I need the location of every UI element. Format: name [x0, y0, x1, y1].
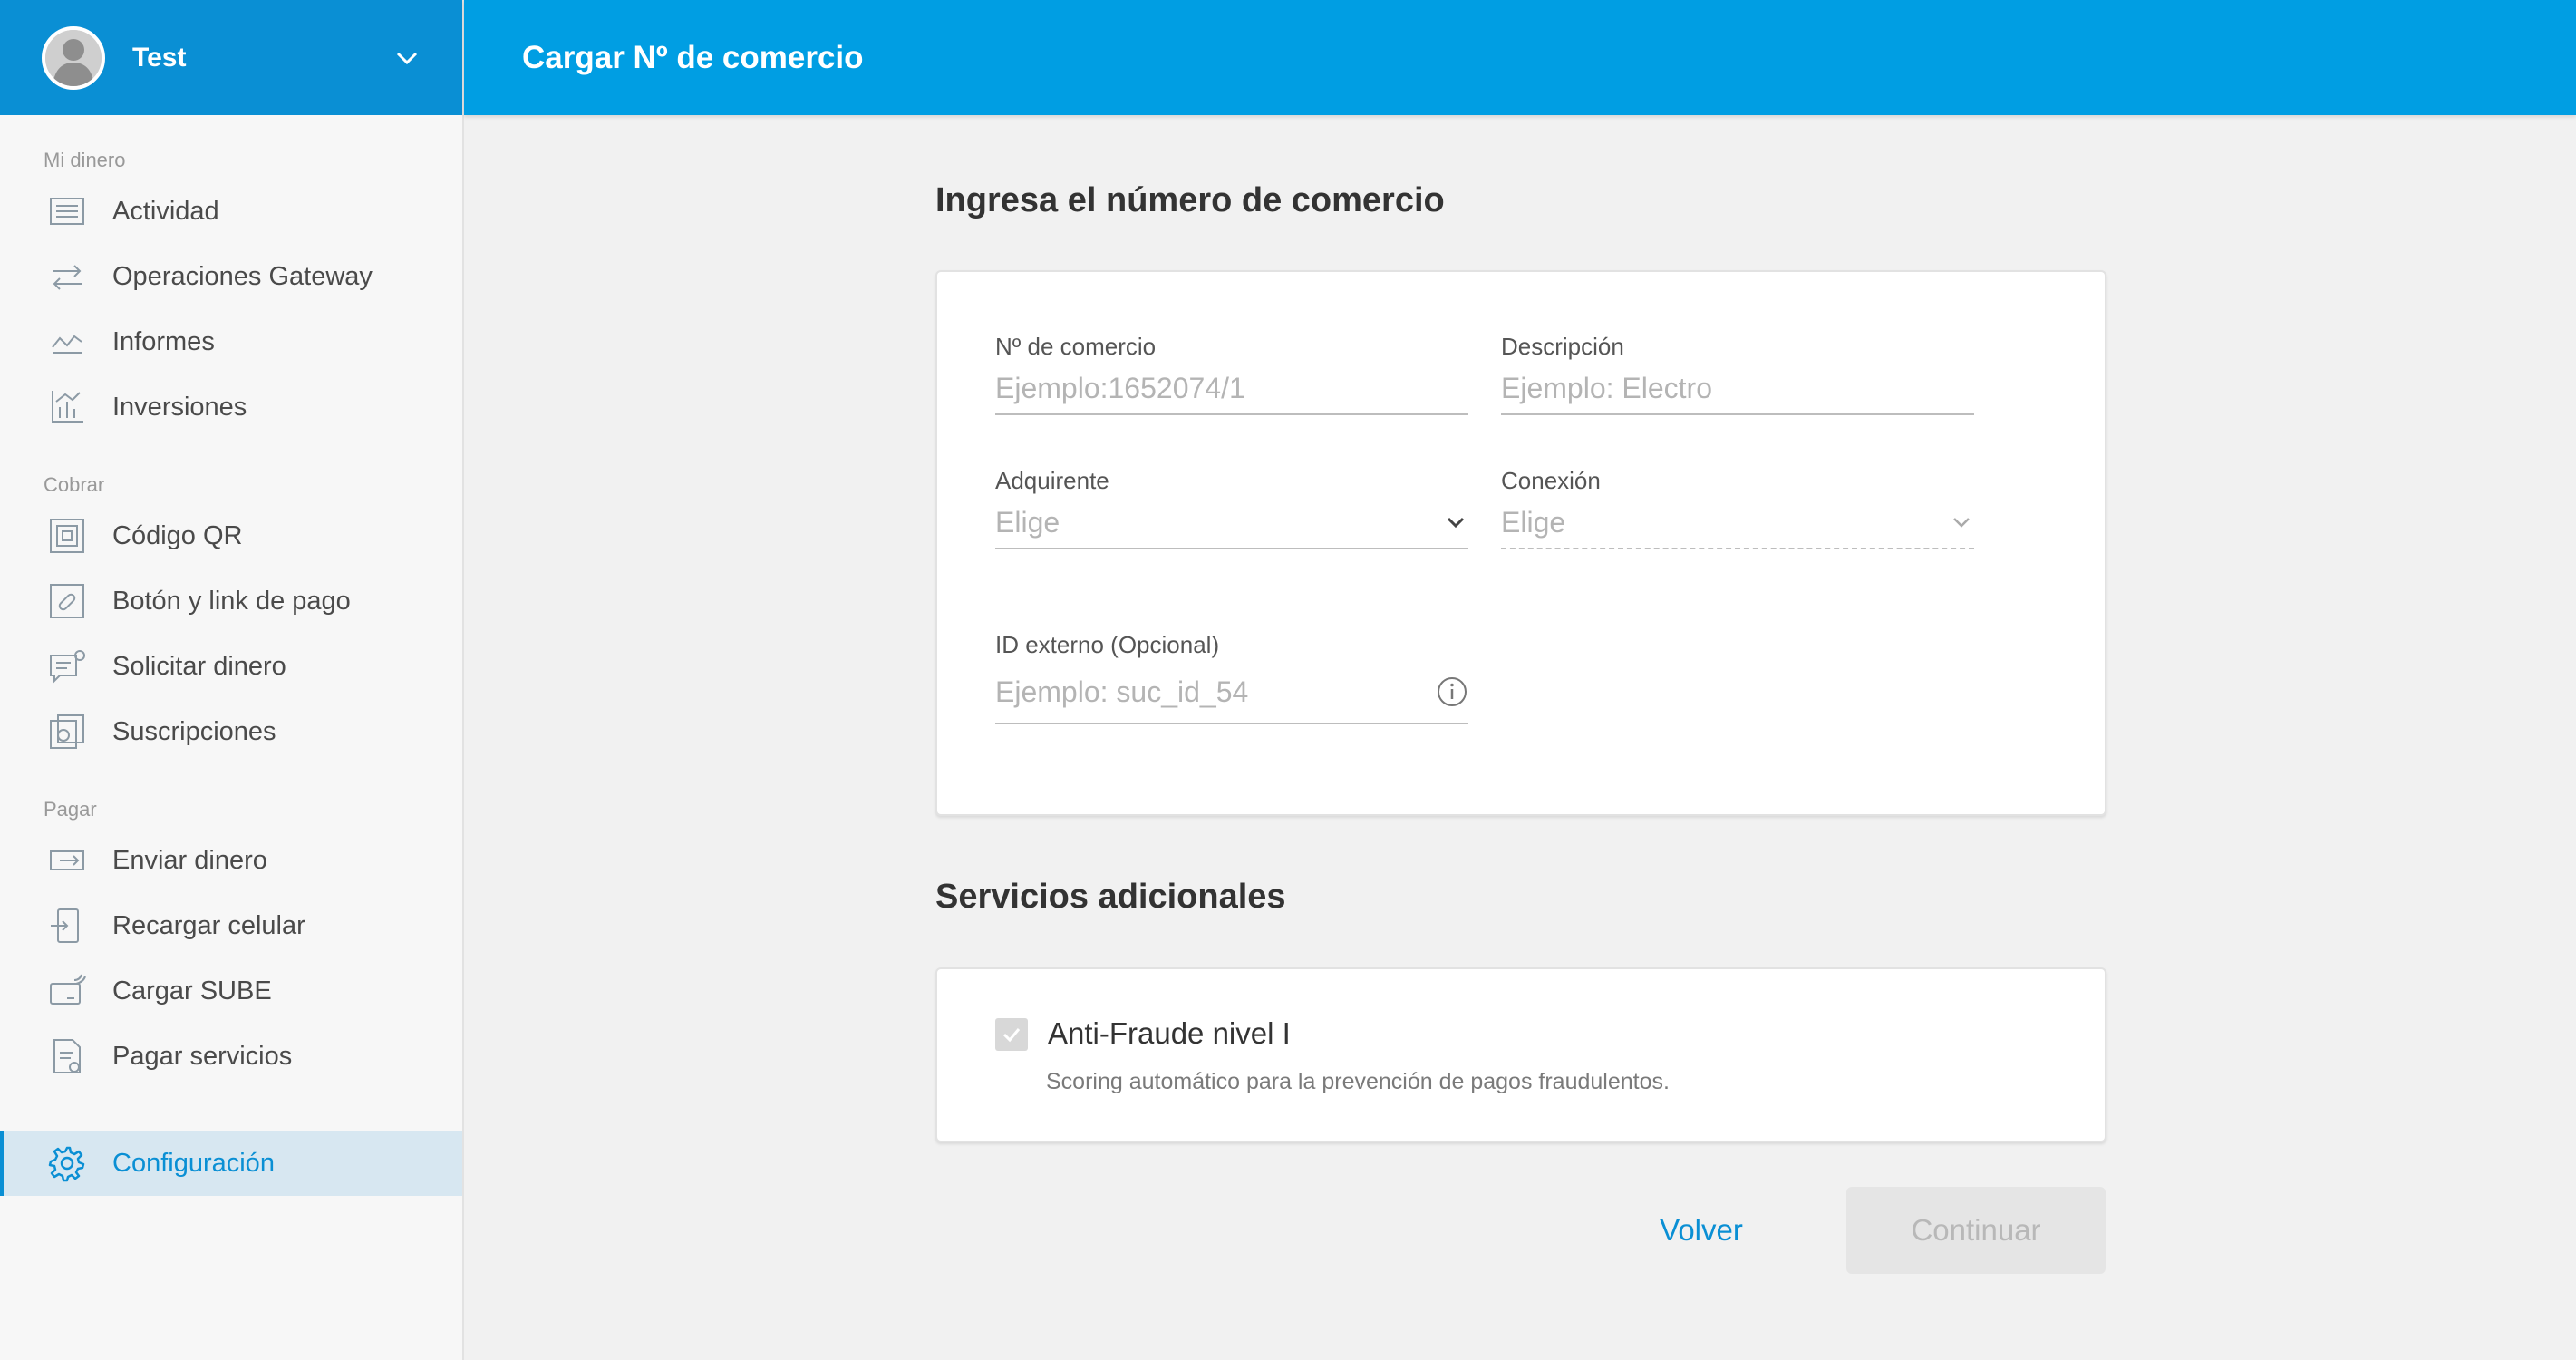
link-icon — [50, 584, 84, 618]
user-name: Test — [132, 42, 187, 73]
acquirer-value: Elige — [995, 505, 1060, 539]
sidebar-item-label: Enviar dinero — [112, 845, 267, 875]
sidebar-item-label: Cargar SUBE — [112, 976, 272, 1005]
chevron-down-icon — [396, 52, 418, 64]
sidebar-item-label: Suscripciones — [112, 716, 276, 746]
sidebar-item-enviar-dinero[interactable]: Enviar dinero — [0, 828, 462, 893]
section-label-pagar: Pagar — [44, 798, 97, 821]
description-input[interactable] — [1501, 363, 1974, 413]
external-id-label: ID externo (Opcional) — [995, 631, 1220, 658]
sidebar-item-codigo-qr[interactable]: Código QR — [0, 503, 462, 568]
sidebar-item-suscripciones[interactable]: Suscripciones — [0, 699, 462, 764]
info-icon[interactable] — [1436, 675, 1468, 708]
back-button[interactable]: Volver — [1624, 1187, 1778, 1274]
merchant-form-card: Nº de comercio Descripción Adquirente El… — [935, 270, 2106, 816]
sidebar-item-recargar-celular[interactable]: Recargar celular — [0, 893, 462, 958]
transfer-arrows-icon — [53, 265, 82, 290]
page-title: Cargar Nº de comercio — [522, 39, 864, 75]
report-chart-icon — [52, 335, 82, 354]
subscription-icon — [50, 714, 84, 749]
merchant-number-field: Nº de comercio — [995, 330, 1468, 415]
sidebar-item-label: Informes — [112, 326, 215, 356]
phone-recharge-icon — [51, 908, 79, 943]
sidebar-nav: Mi dinero Actividad Operaciones Gateway … — [0, 115, 462, 1196]
form-heading: Ingresa el número de comercio — [935, 181, 1445, 219]
continue-button[interactable]: Continuar — [1846, 1187, 2106, 1274]
merchant-number-input[interactable] — [995, 363, 1468, 413]
sidebar-item-solicitar-dinero[interactable]: Solicitar dinero — [0, 634, 462, 699]
sidebar-item-pagar-servicios[interactable]: Pagar servicios — [0, 1024, 462, 1089]
sidebar-item-label: Inversiones — [112, 392, 247, 422]
connection-select: Elige — [1501, 497, 1974, 549]
top-bar: Cargar Nº de comercio — [464, 0, 2576, 115]
sidebar-item-label: Operaciones Gateway — [112, 261, 373, 291]
sube-card-icon — [50, 974, 86, 1005]
sidebar-item-label: Recargar celular — [112, 910, 305, 940]
sidebar-item-informes[interactable]: Informes — [0, 309, 462, 374]
check-icon — [1002, 1028, 1021, 1043]
section-label-mi-dinero: Mi dinero — [44, 149, 126, 171]
connection-label: Conexión — [1501, 467, 1601, 494]
sidebar-item-label: Pagar servicios — [112, 1041, 293, 1071]
sidebar-item-cargar-sube[interactable]: Cargar SUBE — [0, 958, 462, 1024]
sidebar-item-label: Botón y link de pago — [112, 586, 351, 616]
sidebar-item-inversiones[interactable]: Inversiones — [0, 374, 462, 440]
antifraud-title: Anti-Fraude nivel I — [1048, 1016, 1291, 1050]
acquirer-field: Adquirente Elige — [995, 464, 1468, 549]
chevron-down-icon — [1447, 517, 1465, 529]
acquirer-label: Adquirente — [995, 467, 1109, 494]
bar-chart-icon — [52, 391, 83, 423]
bill-icon — [53, 1039, 81, 1073]
list-icon — [50, 198, 84, 225]
antifraud-description: Scoring automático para la prevención de… — [1046, 1069, 1670, 1094]
connection-value: Elige — [1501, 505, 1566, 539]
description-label: Descripción — [1501, 333, 1624, 360]
sidebar: Test Mi dinero Actividad Operaciones Gat… — [0, 0, 464, 1360]
qr-code-icon — [50, 519, 84, 553]
description-field: Descripción — [1501, 330, 1974, 415]
sidebar-item-boton-link-pago[interactable]: Botón y link de pago — [0, 568, 462, 634]
external-id-field: ID externo (Opcional) — [995, 628, 1468, 724]
sidebar-item-configuracion[interactable]: Configuración — [0, 1131, 462, 1196]
merchant-number-label: Nº de comercio — [995, 333, 1157, 360]
services-card: Anti-Fraude nivel I Scoring automático p… — [935, 967, 2106, 1142]
acquirer-select[interactable]: Elige — [995, 497, 1468, 549]
sidebar-item-actividad[interactable]: Actividad — [0, 179, 462, 244]
sidebar-item-label: Solicitar dinero — [112, 651, 286, 681]
services-heading: Servicios adicionales — [935, 878, 1286, 916]
user-menu[interactable]: Test — [0, 0, 462, 115]
sidebar-item-operaciones-gateway[interactable]: Operaciones Gateway — [0, 244, 462, 309]
request-money-icon — [50, 650, 85, 684]
external-id-input[interactable] — [995, 666, 1436, 717]
gear-icon — [48, 1146, 85, 1182]
antifraud-checkbox[interactable] — [995, 1018, 1028, 1051]
chevron-down-icon — [1953, 518, 1970, 528]
sidebar-item-label: Configuración — [112, 1148, 275, 1178]
send-money-icon — [50, 850, 84, 870]
connection-field: Conexión Elige — [1501, 464, 1974, 549]
sidebar-item-label: Actividad — [112, 196, 219, 226]
avatar — [42, 25, 105, 90]
section-label-cobrar: Cobrar — [44, 473, 105, 496]
sidebar-item-label: Código QR — [112, 520, 243, 550]
